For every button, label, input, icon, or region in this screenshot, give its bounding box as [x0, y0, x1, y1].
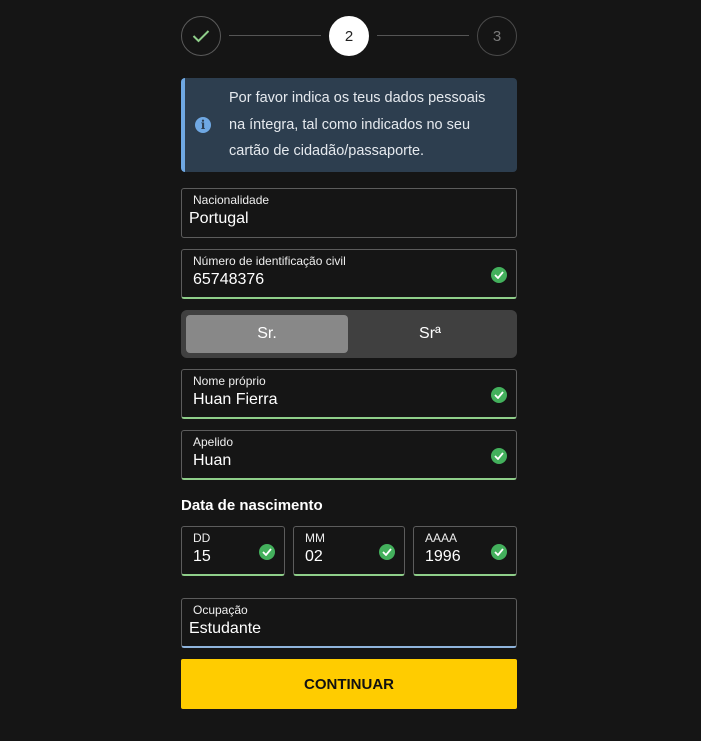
nationality-label: Nacionalidade: [193, 193, 270, 207]
step-3-pending: 3: [477, 16, 517, 56]
dob-month-value: 02: [305, 548, 323, 565]
dob-year-label: AAAA: [425, 531, 458, 545]
dob-day-field[interactable]: DD 15: [181, 526, 285, 576]
dob-day-value: 15: [193, 548, 211, 565]
valid-check-icon: [259, 544, 275, 560]
step-connector: [229, 35, 321, 36]
info-text: Por favor indica os teus dados pessoais …: [229, 90, 486, 160]
surname-value: Huan: [193, 452, 232, 469]
nationality-field[interactable]: Nacionalidade Portugal: [181, 188, 517, 238]
title-toggle: Sr. Srª: [181, 310, 517, 358]
progress-stepper: 2 3: [181, 16, 517, 56]
dob-month-label: MM: [305, 531, 325, 545]
step-connector: [377, 35, 469, 36]
valid-check-icon: [491, 448, 507, 464]
surname-field[interactable]: Apelido Huan: [181, 430, 517, 480]
id-number-value: 65748376: [193, 271, 265, 288]
valid-check-icon: [379, 544, 395, 560]
id-number-label: Número de identificação civil: [193, 254, 346, 268]
title-option-sr[interactable]: Sr.: [186, 315, 348, 353]
info-icon: i: [195, 117, 211, 133]
occupation-value: Estudante: [189, 620, 262, 637]
dob-title: Data de nascimento: [181, 497, 323, 514]
first-name-label: Nome próprio: [193, 374, 266, 388]
step-2-current: 2: [329, 16, 369, 56]
nationality-value: Portugal: [189, 210, 249, 227]
dob-day-label: DD: [193, 531, 211, 545]
surname-label: Apelido: [193, 435, 234, 449]
checkmark-icon: [192, 30, 210, 43]
valid-check-icon: [491, 267, 507, 283]
info-banner: i Por favor indica os teus dados pessoai…: [181, 78, 517, 172]
dob-year-value: 1996: [425, 548, 461, 565]
step-1-completed: [181, 16, 221, 56]
continue-button[interactable]: CONTINUAR: [181, 659, 517, 709]
first-name-field[interactable]: Nome próprio Huan Fierra: [181, 369, 517, 419]
valid-check-icon: [491, 387, 507, 403]
occupation-field[interactable]: Ocupação Estudante: [181, 598, 517, 648]
first-name-value: Huan Fierra: [193, 391, 278, 408]
occupation-label: Ocupação: [193, 603, 248, 617]
title-option-sra[interactable]: Srª: [349, 315, 511, 353]
valid-check-icon: [491, 544, 507, 560]
id-number-field[interactable]: Número de identificação civil 65748376: [181, 249, 517, 299]
dob-year-field[interactable]: AAAA 1996: [413, 526, 517, 576]
dob-month-field[interactable]: MM 02: [293, 526, 405, 576]
